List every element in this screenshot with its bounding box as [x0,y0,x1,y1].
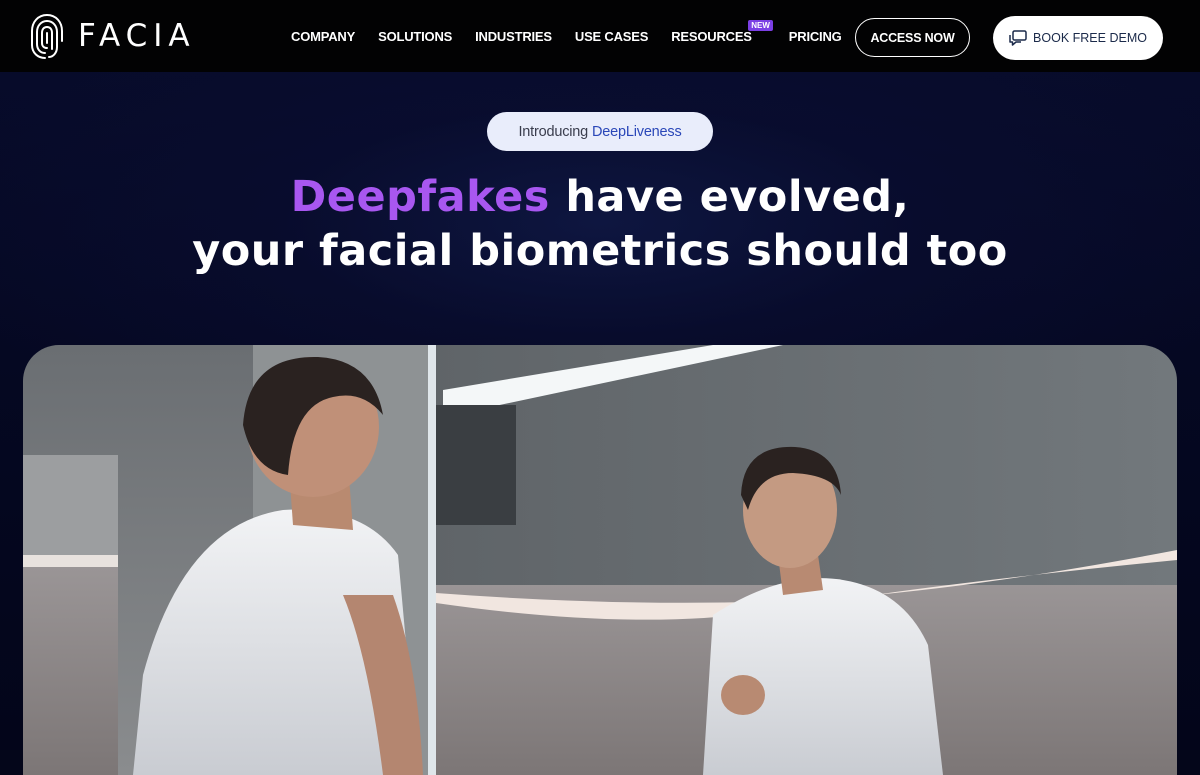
nav-item-resources-label: RESOURCES [671,28,752,44]
chat-bubble-icon [1009,30,1027,46]
pill-accent: DeepLiveness [592,123,682,140]
nav-item-solutions[interactable]: SOLUTIONS [378,29,452,44]
book-free-demo-button[interactable]: BOOK FREE DEMO [993,16,1163,60]
introducing-pill[interactable]: Introducing DeepLiveness [487,112,713,151]
nav-item-use-cases[interactable]: USE CASES [575,29,649,44]
hero-image [23,345,1177,775]
main-menu: COMPANY SOLUTIONS INDUSTRIES USE CASES R… [291,0,865,72]
access-now-button[interactable]: ACCESS NOW [855,18,970,57]
nav-item-industries[interactable]: INDUSTRIES [475,29,552,44]
headline-line2: your facial biometrics should too [192,226,1008,276]
new-badge: NEW [748,19,773,31]
pill-prefix: Introducing [518,123,589,140]
book-free-demo-label: BOOK FREE DEMO [1033,31,1147,45]
brand-name: FACIA [78,17,196,54]
hero-section: Introducing DeepLiveness Deepfakes have … [0,72,1200,775]
headline-line1-rest: have evolved, [549,172,910,222]
headline-highlight: Deepfakes [290,172,550,222]
top-navigation: FACIA COMPANY SOLUTIONS INDUSTRIES USE C… [0,0,1200,72]
nav-item-resources[interactable]: RESOURCES NEW [671,19,773,44]
nav-item-pricing[interactable]: PRICING [789,29,842,44]
nav-item-company[interactable]: COMPANY [291,29,355,44]
brand-logo[interactable]: FACIA [28,10,196,62]
fingerprint-logo-icon [31,14,63,59]
hero-headline: Deepfakes have evolved, your facial biom… [0,170,1200,278]
